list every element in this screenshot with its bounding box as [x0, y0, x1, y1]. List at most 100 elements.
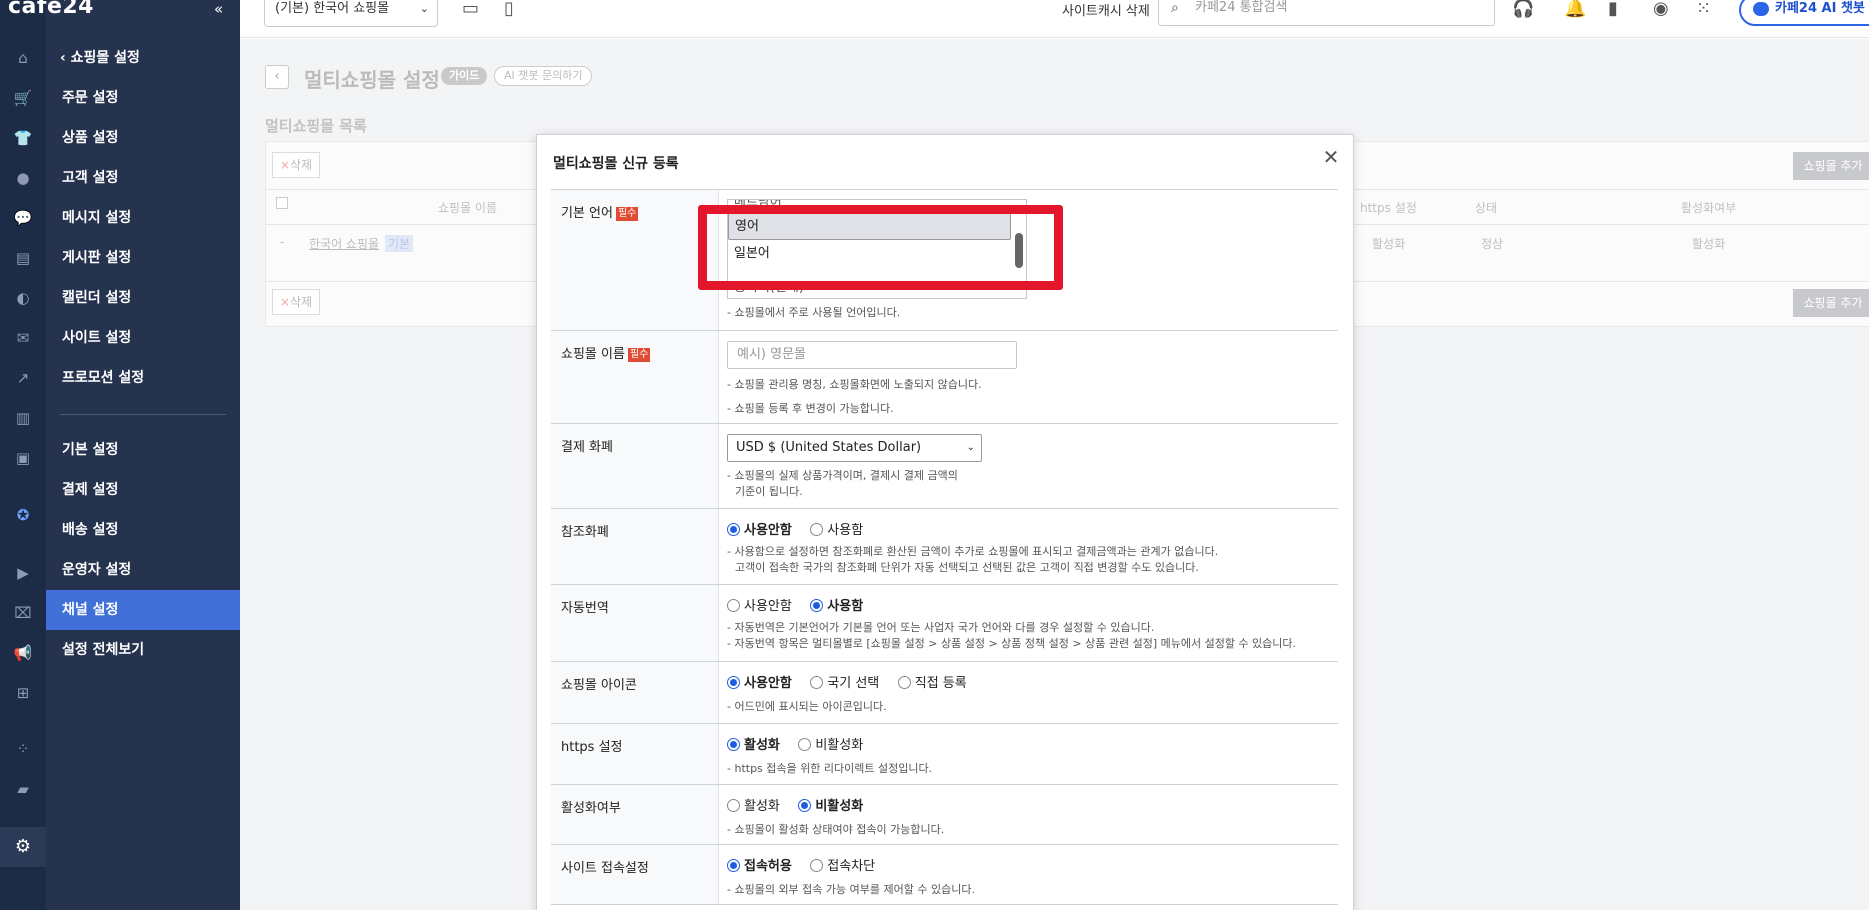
shop-icon-upload-radio[interactable]: 직접 등록 — [897, 672, 967, 691]
shop-icon-flag-radio[interactable]: 국기 선택 — [810, 672, 879, 691]
menu-item-channel[interactable]: 채널 설정 — [62, 598, 118, 622]
shop-icon-value: 사용안함 국기 선택 직접 등록 - 어드민에 표시되는 아이콘입니다. — [719, 662, 1338, 723]
menu-item-order[interactable]: 주문 설정 — [62, 86, 118, 110]
delete-button-top[interactable]: ×삭제 — [272, 152, 320, 178]
ref-currency-value: 사용안함 사용함 - 사용함으로 설정하면 참조화폐로 환산된 금액이 추가로 … — [719, 509, 1338, 584]
user-icon[interactable]: ● — [10, 165, 36, 191]
gear-icon[interactable]: ⚙ — [0, 827, 46, 867]
https-off-radio[interactable]: 비활성화 — [798, 734, 863, 753]
apps-icon[interactable]: ⁘ — [10, 736, 36, 762]
add-shop-button-bottom[interactable]: 쇼핑몰 추가 — [1793, 289, 1869, 317]
row-auto-translate: 자동번역 사용안함 사용함 - 자동번역은 기본언어가 기본몰 언어 또는 사업… — [551, 585, 1338, 662]
radio-circle — [727, 859, 740, 872]
headset-icon[interactable]: 🎧 — [1512, 0, 1534, 19]
auto-translate-off-radio[interactable]: 사용안함 — [727, 595, 792, 614]
shop-icon-hint: - 어드민에 표시되는 아이콘입니다. — [727, 700, 887, 713]
active-on-radio[interactable]: 활성화 — [727, 795, 780, 814]
home-icon[interactable]: ⌂ — [10, 45, 36, 71]
active-off-label: 비활성화 — [815, 799, 864, 814]
menu-back-shop-settings[interactable]: ‹ 쇼핑몰 설정 — [60, 46, 140, 70]
modal-title: 멀티쇼핑몰 신규 등록 — [553, 156, 679, 172]
col-shop-name: 쇼핑몰 이름 — [438, 201, 498, 215]
add-shop-button-top[interactable]: 쇼핑몰 추가 — [1793, 152, 1869, 180]
shop-name-link[interactable]: 한국어 쇼핑몰 — [309, 235, 379, 252]
collapse-menu-button[interactable]: « — [214, 0, 223, 18]
shirt-icon[interactable]: 👕 — [10, 125, 36, 151]
menu-item-all-settings[interactable]: 설정 전체보기 — [62, 638, 144, 662]
menu-item-board[interactable]: 게시판 설정 — [62, 246, 131, 270]
menu-item-message[interactable]: 메시지 설정 — [62, 206, 131, 230]
board-icon[interactable]: ▤ — [10, 245, 36, 271]
award-icon[interactable]: ✪ — [10, 502, 36, 528]
ai-ask-button[interactable]: AI 챗봇 문의하기 — [494, 66, 593, 86]
plus-store-icon[interactable]: ⊞ — [10, 680, 36, 706]
book-icon[interactable]: ▣ — [10, 445, 36, 471]
table-icon[interactable]: ▥ — [10, 405, 36, 431]
shop-name-input[interactable]: 예시) 영문몰 — [727, 341, 1017, 369]
access-block-radio[interactable]: 접속차단 — [810, 855, 875, 874]
monitor-icon[interactable]: ▭ — [462, 0, 479, 19]
active-off-radio[interactable]: 비활성화 — [798, 795, 863, 814]
folder-icon[interactable]: ▰ — [10, 776, 36, 802]
menu-item-product[interactable]: 상품 설정 — [62, 126, 118, 150]
store-icon[interactable]: ⌧ — [10, 600, 36, 626]
cart-icon[interactable]: 🛒 — [10, 85, 36, 111]
chatbot-icon — [1753, 2, 1769, 16]
bell-icon[interactable]: 🔔 — [1564, 0, 1586, 19]
menu-item-operator[interactable]: 운영자 설정 — [62, 558, 131, 582]
delete-button-bottom[interactable]: ×삭제 — [272, 289, 320, 315]
access-allow-label: 접속허용 — [744, 859, 792, 874]
guide-badge[interactable]: 가이드 — [441, 67, 488, 85]
chevron-down-icon: ⌄ — [419, 2, 429, 15]
megaphone-icon[interactable]: 📢 — [10, 640, 36, 666]
shop-icon-off-radio[interactable]: 사용안함 — [727, 672, 792, 691]
ref-currency-on-radio[interactable]: 사용함 — [810, 519, 863, 538]
menu-item-shipping[interactable]: 배송 설정 — [62, 518, 118, 542]
ai-chatbot-button[interactable]: 카페24 AI 챗봇 — [1739, 0, 1869, 26]
active-on-label: 활성화 — [744, 799, 780, 814]
menu-item-promotion[interactable]: 프로모션 설정 — [62, 366, 144, 390]
col-active: 활성화여부 — [1681, 201, 1737, 215]
row-active: 활성화 — [1692, 237, 1726, 251]
currency-value: USD $ (United States Dollar) ⌄ - 쇼핑몰의 실제 … — [719, 424, 1338, 508]
cache-clear-button[interactable]: 사이트캐시 삭제 — [1062, 0, 1150, 19]
radio-circle — [897, 676, 911, 689]
close-icon[interactable]: ✕ — [1319, 145, 1343, 169]
mobile-icon[interactable]: ▯ — [504, 0, 514, 19]
radio-circle — [798, 799, 812, 812]
label-shop-icon: 쇼핑몰 아이콘 — [551, 662, 719, 723]
shop-select[interactable]: (기본) 한국어 쇼핑몰 ⌄ — [264, 0, 438, 27]
mail-icon[interactable]: ✉ — [10, 325, 36, 351]
currency-select[interactable]: USD $ (United States Dollar) ⌄ — [727, 434, 982, 462]
bookmark-icon[interactable]: ▮ — [1608, 0, 1618, 19]
menu-item-payment[interactable]: 결제 설정 — [62, 478, 118, 502]
page-back-button[interactable]: ‹ — [265, 65, 289, 89]
ref-currency-off-radio[interactable]: 사용안함 — [727, 519, 792, 538]
menu-item-customer[interactable]: 고객 설정 — [62, 166, 118, 190]
select-all-checkbox[interactable] — [276, 197, 288, 209]
menu-item-calendar[interactable]: 캘린더 설정 — [62, 286, 131, 310]
https-value: 활성화 비활성화 - https 접속을 위한 리다이렉트 설정입니다. — [719, 724, 1338, 784]
https-on-radio[interactable]: 활성화 — [727, 734, 780, 753]
radio-circle — [727, 599, 740, 612]
chat-icon[interactable]: 💬 — [10, 205, 36, 231]
row-shop-name: 쇼핑몰 이름 필수 예시) 영문몰 - 쇼핑몰 관리용 명칭, 쇼핑몰화면에 노출… — [551, 331, 1338, 424]
grid-icon[interactable]: ⁙ — [1696, 0, 1711, 19]
access-allow-radio[interactable]: 접속허용 — [727, 855, 792, 874]
account-icon[interactable]: ◉ — [1653, 0, 1669, 19]
auto-translate-on-radio[interactable]: 사용함 — [810, 595, 863, 614]
palette-icon[interactable]: ◐ — [10, 285, 36, 311]
cafe24-logo[interactable]: cafe24 — [8, 0, 94, 19]
label-shop-name: 쇼핑몰 이름 필수 — [551, 331, 719, 423]
menu-item-site[interactable]: 사이트 설정 — [62, 326, 131, 350]
radio-circle — [810, 523, 824, 536]
chart-icon[interactable]: ↗ — [10, 365, 36, 391]
delete-x-icon-2: × — [279, 295, 290, 309]
highlight-box — [698, 205, 1063, 290]
video-icon[interactable]: ▶ — [10, 560, 36, 586]
default-tag: 기본 — [385, 235, 414, 252]
menu-item-basic[interactable]: 기본 설정 — [62, 438, 118, 462]
radio-circle — [727, 523, 740, 536]
search-input[interactable]: ⌕ 카페24 통합검색 — [1158, 0, 1495, 26]
access-hint: - 쇼핑몰의 외부 접속 가능 여부를 제어할 수 있습니다. — [727, 883, 975, 896]
